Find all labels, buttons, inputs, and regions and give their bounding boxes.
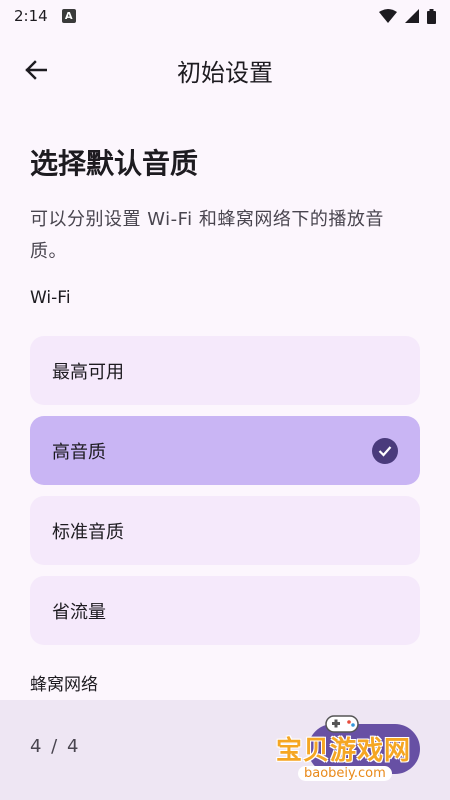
cellular-signal-icon xyxy=(405,9,419,23)
status-icons xyxy=(379,8,436,24)
watermark-logo: 宝贝游戏网 baobeiy.com xyxy=(276,712,426,790)
option-label: 高音质 xyxy=(52,441,106,463)
page-heading: 选择默认音质 xyxy=(30,147,199,180)
wifi-quality-options: 最高可用 高音质 标准音质 省流量 xyxy=(30,336,420,656)
arrow-back-icon xyxy=(25,60,47,80)
status-time: 2:14 xyxy=(14,7,48,25)
quality-option-standard[interactable]: 标准音质 xyxy=(30,496,420,565)
watermark-text: 宝贝游戏网 xyxy=(276,736,412,766)
option-label: 标准音质 xyxy=(52,521,124,543)
back-button[interactable] xyxy=(14,48,58,92)
app-bar: 初始设置 xyxy=(0,42,450,98)
quality-option-data-saver[interactable]: 省流量 xyxy=(30,576,420,645)
status-bar: 2:14 A xyxy=(0,0,450,32)
option-label: 最高可用 xyxy=(52,361,124,383)
check-icon xyxy=(372,437,398,464)
page-description: 可以分别设置 Wi-Fi 和蜂窝网络下的播放音质。 xyxy=(30,209,384,262)
app-bar-title: 初始设置 xyxy=(177,58,273,87)
page-indicator: 4 / 4 xyxy=(30,736,81,757)
option-label: 省流量 xyxy=(52,601,106,623)
quality-option-high[interactable]: 高音质 xyxy=(30,416,420,485)
wifi-icon xyxy=(379,9,397,23)
watermark-url: baobeiy.com xyxy=(298,766,392,781)
notification-app-icon: A xyxy=(61,9,76,23)
wifi-section-label: Wi-Fi xyxy=(30,288,71,308)
battery-icon xyxy=(427,8,436,24)
cellular-section-label: 蜂窝网络 xyxy=(30,675,98,695)
quality-option-highest[interactable]: 最高可用 xyxy=(30,336,420,405)
